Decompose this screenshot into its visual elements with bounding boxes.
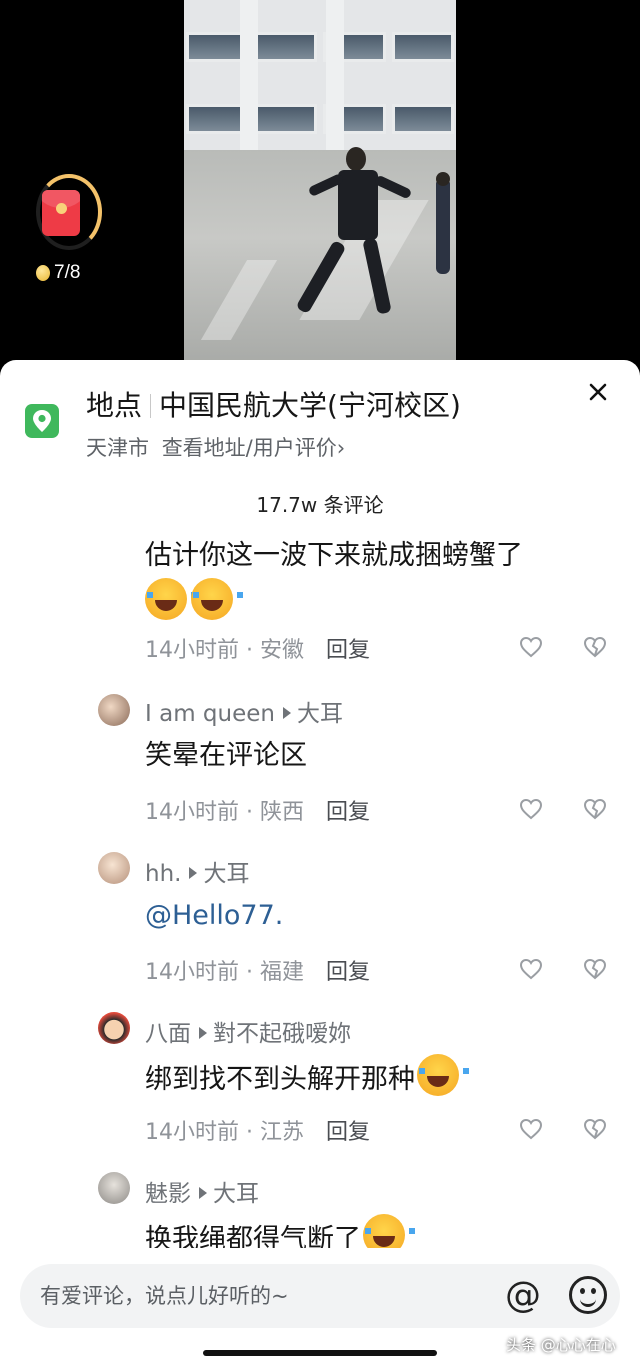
video-windows-upper xyxy=(184,32,456,62)
laughing-tears-emoji-icon xyxy=(191,578,243,620)
reply-button[interactable]: 回复 xyxy=(326,800,370,825)
divider xyxy=(150,394,152,418)
laughing-tears-emoji-icon xyxy=(145,578,197,620)
mention-link[interactable]: @Hello77. xyxy=(145,894,283,938)
comment-author[interactable]: I am queen 大耳 xyxy=(145,694,343,728)
comment-meta: 14小时前 · 江苏 回复 xyxy=(145,1120,371,1145)
laughing-tears-emoji-icon xyxy=(363,1214,415,1250)
map-pin-icon xyxy=(25,404,59,438)
heart-icon[interactable] xyxy=(519,958,543,980)
comment-sheet: 地点 中国民航大学(宁河校区) 天津市 查看地址/用户评价› 17.7w 条评论 … xyxy=(0,360,640,1368)
close-icon[interactable] xyxy=(586,380,610,404)
avatar[interactable] xyxy=(98,1012,130,1044)
location-label: 地点 xyxy=(86,389,143,422)
avatar[interactable] xyxy=(98,852,130,884)
comment-input-bar: @ xyxy=(20,1264,620,1328)
comment-meta: 14小时前 · 福建 回复 xyxy=(145,960,371,985)
red-envelope-icon xyxy=(42,190,80,236)
avatar[interactable] xyxy=(98,694,130,726)
comment-meta: 14小时前 · 陕西 回复 xyxy=(145,800,371,825)
video-pillar xyxy=(326,0,344,150)
comment-text: 绑到找不到头解开那种 xyxy=(145,1054,469,1102)
video-windows-lower xyxy=(184,104,456,134)
comment-count: 17.7w 条评论 xyxy=(256,493,384,517)
comment-text: 笑晕在评论区 xyxy=(145,740,307,771)
coin-counter-text: 7/8 xyxy=(54,262,81,283)
reply-arrow-icon xyxy=(199,1027,207,1039)
broken-heart-icon[interactable] xyxy=(583,636,607,658)
reply-button[interactable]: 回复 xyxy=(326,638,370,663)
video-person-body xyxy=(338,170,378,240)
heart-icon[interactable] xyxy=(519,798,543,820)
location-reviews-link[interactable]: 查看地址/用户评价 xyxy=(162,436,337,460)
location-title[interactable]: 地点 中国民航大学(宁河校区) xyxy=(86,384,461,424)
broken-heart-icon[interactable] xyxy=(583,958,607,980)
mention-at-icon[interactable]: @ xyxy=(501,1274,545,1318)
video-frame[interactable] xyxy=(184,0,456,370)
comment-meta: 14小时前 · 安徽 回复 xyxy=(145,638,371,663)
laughing-tears-emoji-icon xyxy=(417,1054,469,1096)
comment-text: 换我绳都得气断了 xyxy=(145,1214,415,1250)
red-packet-widget[interactable] xyxy=(32,174,102,250)
location-city: 天津市 xyxy=(86,436,149,460)
reply-button[interactable]: 回复 xyxy=(326,960,370,985)
video-pillar xyxy=(240,0,258,150)
video-bystander xyxy=(436,178,450,274)
comment-input[interactable] xyxy=(40,1278,480,1314)
location-name: 中国民航大学(宁河校区) xyxy=(159,389,461,422)
location-subtitle[interactable]: 天津市 查看地址/用户评价› xyxy=(86,432,345,462)
reply-arrow-icon xyxy=(199,1187,207,1199)
comment-item: 魅影 大耳 换我绳都得气断了 xyxy=(0,1172,640,1250)
emoji-picker-icon[interactable] xyxy=(569,1276,607,1314)
broken-heart-icon[interactable] xyxy=(583,1118,607,1140)
comment-author[interactable]: 魅影 大耳 xyxy=(145,1174,259,1208)
reply-button[interactable]: 回复 xyxy=(326,1120,370,1145)
comment-text: 估计你这一波下来就成捆螃蟹了 xyxy=(145,540,523,571)
video-person-head xyxy=(346,147,366,171)
comment-author[interactable]: 八面 對不起硪嗳妳 xyxy=(145,1014,351,1048)
heart-icon[interactable] xyxy=(519,1118,543,1140)
home-indicator[interactable] xyxy=(203,1350,437,1356)
broken-heart-icon[interactable] xyxy=(583,798,607,820)
chevron-right-icon: › xyxy=(336,436,346,460)
heart-icon[interactable] xyxy=(519,636,543,658)
video-player[interactable]: 7/8 xyxy=(0,0,640,370)
video-bystander-head xyxy=(436,172,450,186)
reply-arrow-icon xyxy=(282,707,291,719)
watermark: 头条 @心心在心 xyxy=(506,1336,616,1354)
gold-coin-icon xyxy=(36,265,50,281)
comment-emojis xyxy=(145,578,243,626)
coin-counter: 7/8 xyxy=(36,262,80,284)
reply-arrow-icon xyxy=(189,867,198,879)
avatar[interactable] xyxy=(98,1172,130,1204)
comment-author[interactable]: hh. 大耳 xyxy=(145,854,249,888)
